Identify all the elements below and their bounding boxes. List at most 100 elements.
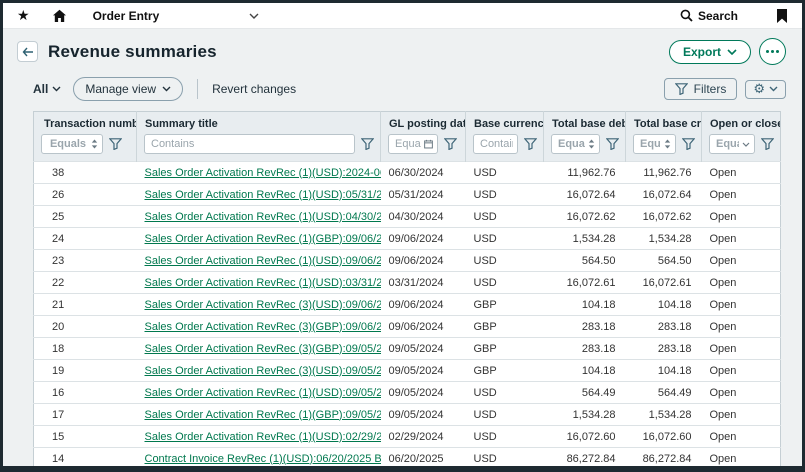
summary-title-link[interactable]: Sales Order Activation RevRec (3)(USD):0… xyxy=(145,299,381,311)
top-bar: ★ Order Entry Search xyxy=(3,3,802,29)
filter-input-gl-posting-date[interactable] xyxy=(395,138,421,150)
filter-funnel-icon[interactable] xyxy=(524,138,537,150)
page-title: Revenue summaries xyxy=(48,42,217,62)
table-row: 20 Sales Order Activation RevRec (3)(GBP… xyxy=(34,316,781,338)
filters-button[interactable]: Filters xyxy=(664,78,738,100)
column-header-transaction-number[interactable]: Transaction number xyxy=(34,112,137,132)
filter-operator-total-base-debit[interactable]: Equals xyxy=(551,134,600,154)
back-button[interactable] xyxy=(17,41,38,62)
favorites-star-icon[interactable]: ★ xyxy=(17,7,30,24)
table-header-row: Transaction number Summary title GL post… xyxy=(34,112,781,132)
cell-open-or-closed: Open xyxy=(702,316,781,338)
filter-operator-transaction-number[interactable]: Equals xyxy=(41,134,103,154)
cell-summary-title: Sales Order Activation RevRec (1)(USD):2… xyxy=(137,162,381,184)
cell-summary-title: Sales Order Activation RevRec (3)(GBP):0… xyxy=(137,338,381,360)
table-row: 16 Sales Order Activation RevRec (1)(USD… xyxy=(34,382,781,404)
summary-title-link[interactable]: Sales Order Activation RevRec (1)(GBP):0… xyxy=(145,233,381,245)
filter-input-summary-title[interactable] xyxy=(151,138,350,150)
cell-total-base-debit: 16,072.61 xyxy=(544,272,626,294)
cell-transaction-number: 15 xyxy=(34,426,137,448)
summary-title-link[interactable]: Sales Order Activation RevRec (1)(USD):2… xyxy=(145,167,381,179)
more-actions-button[interactable] xyxy=(759,38,786,65)
cell-open-or-closed: Open xyxy=(702,360,781,382)
cell-open-or-closed: Open xyxy=(702,426,781,448)
column-header-summary-title[interactable]: Summary title xyxy=(137,112,381,132)
column-header-gl-posting-date[interactable]: GL posting date xyxy=(381,112,466,132)
toolbar-divider xyxy=(197,79,198,99)
filter-funnel-icon[interactable] xyxy=(682,138,695,150)
cell-total-base-credit: 1,534.28 xyxy=(626,228,702,250)
summary-title-link[interactable]: Sales Order Activation RevRec (3)(GBP):0… xyxy=(145,321,381,333)
filter-funnel-icon[interactable] xyxy=(761,138,774,150)
filters-label: Filters xyxy=(694,82,727,96)
summary-title-link[interactable]: Sales Order Activation RevRec (1)(USD):0… xyxy=(145,211,381,223)
summary-title-link[interactable]: Sales Order Activation RevRec (1)(USD):0… xyxy=(145,277,381,289)
bookmark-icon[interactable] xyxy=(776,9,788,23)
filter-funnel-icon[interactable] xyxy=(109,138,122,150)
table-row: 23 Sales Order Activation RevRec (1)(USD… xyxy=(34,250,781,272)
cell-gl-posting-date: 05/31/2024 xyxy=(381,184,466,206)
manage-view-button[interactable]: Manage view xyxy=(73,77,183,101)
chevron-down-icon xyxy=(727,49,737,55)
summary-title-link[interactable]: Contract Invoice RevRec (1)(USD):06/20/2… xyxy=(145,453,381,465)
table-settings-button[interactable]: ⚙ xyxy=(745,80,786,99)
cell-summary-title: Sales Order Activation RevRec (3)(GBP):0… xyxy=(137,316,381,338)
column-header-base-currency[interactable]: Base currency xyxy=(466,112,544,132)
column-header-total-base-credit[interactable]: Total base credit xyxy=(626,112,702,132)
cell-total-base-debit: 564.50 xyxy=(544,250,626,272)
column-header-open-or-closed[interactable]: Open or closed xyxy=(702,112,781,132)
export-button[interactable]: Export xyxy=(669,40,751,64)
summary-title-link[interactable]: Sales Order Activation RevRec (1)(USD):0… xyxy=(145,255,381,267)
filter-funnel-icon[interactable] xyxy=(361,138,374,150)
cell-transaction-number: 16 xyxy=(34,382,137,404)
summary-title-link[interactable]: Sales Order Activation RevRec (1)(USD):0… xyxy=(145,431,381,443)
manage-view-label: Manage view xyxy=(85,82,156,96)
summary-title-link[interactable]: Sales Order Activation RevRec (1)(USD):0… xyxy=(145,387,381,399)
cell-open-or-closed: Open xyxy=(702,382,781,404)
cell-total-base-debit: 283.18 xyxy=(544,316,626,338)
table-row: 24 Sales Order Activation RevRec (1)(GBP… xyxy=(34,228,781,250)
arrow-left-icon xyxy=(22,47,34,57)
search-button[interactable]: Search xyxy=(680,9,738,23)
summary-title-link[interactable]: Sales Order Activation RevRec (3)(GBP):0… xyxy=(145,343,381,355)
filter-funnel-icon[interactable] xyxy=(444,138,457,150)
filter-funnel-icon[interactable] xyxy=(606,138,619,150)
cell-base-currency: USD xyxy=(466,426,544,448)
home-icon[interactable] xyxy=(52,9,67,23)
funnel-icon xyxy=(675,83,688,95)
summary-title-link[interactable]: Sales Order Activation RevRec (1)(GBP):0… xyxy=(145,409,381,421)
cell-base-currency: USD xyxy=(466,206,544,228)
summary-title-link[interactable]: Sales Order Activation RevRec (1)(USD):0… xyxy=(145,189,381,201)
cell-open-or-closed: Open xyxy=(702,338,781,360)
filter-input-base-currency[interactable] xyxy=(480,138,513,150)
app-menu-label: Order Entry xyxy=(93,9,160,23)
revert-changes-link[interactable]: Revert changes xyxy=(212,82,296,96)
cell-gl-posting-date: 02/29/2024 xyxy=(381,426,466,448)
table-row: 19 Sales Order Activation RevRec (3)(USD… xyxy=(34,360,781,382)
page-header: Revenue summaries Export xyxy=(3,29,802,69)
cell-gl-posting-date: 09/05/2024 xyxy=(381,338,466,360)
cell-base-currency: USD xyxy=(466,382,544,404)
cell-base-currency: USD xyxy=(466,404,544,426)
cell-gl-posting-date: 09/05/2024 xyxy=(381,404,466,426)
ellipsis-icon xyxy=(766,50,769,53)
table-row: 38 Sales Order Activation RevRec (1)(USD… xyxy=(34,162,781,184)
cell-total-base-credit: 564.50 xyxy=(626,250,702,272)
filter-operator-open-or-closed[interactable]: Equals xyxy=(709,134,755,154)
cell-base-currency: GBP xyxy=(466,316,544,338)
cell-transaction-number: 14 xyxy=(34,448,137,470)
cell-total-base-debit: 16,072.64 xyxy=(544,184,626,206)
table-row: 26 Sales Order Activation RevRec (1)(USD… xyxy=(34,184,781,206)
column-header-total-base-debit[interactable]: Total base debit xyxy=(544,112,626,132)
cell-summary-title: Contract Invoice RevRec (1)(USD):06/20/2… xyxy=(137,448,381,470)
app-menu[interactable]: Order Entry xyxy=(93,9,260,23)
cell-base-currency: GBP xyxy=(466,338,544,360)
spinner-icon xyxy=(91,139,98,149)
cell-open-or-closed: Open xyxy=(702,294,781,316)
cell-gl-posting-date: 09/06/2024 xyxy=(381,294,466,316)
summary-title-link[interactable]: Sales Order Activation RevRec (3)(USD):0… xyxy=(145,365,381,377)
table-row: 22 Sales Order Activation RevRec (1)(USD… xyxy=(34,272,781,294)
view-scope-dropdown[interactable]: All xyxy=(33,82,61,96)
chevron-down-icon xyxy=(769,86,778,92)
filter-operator-total-base-credit[interactable]: Equals xyxy=(633,134,676,154)
